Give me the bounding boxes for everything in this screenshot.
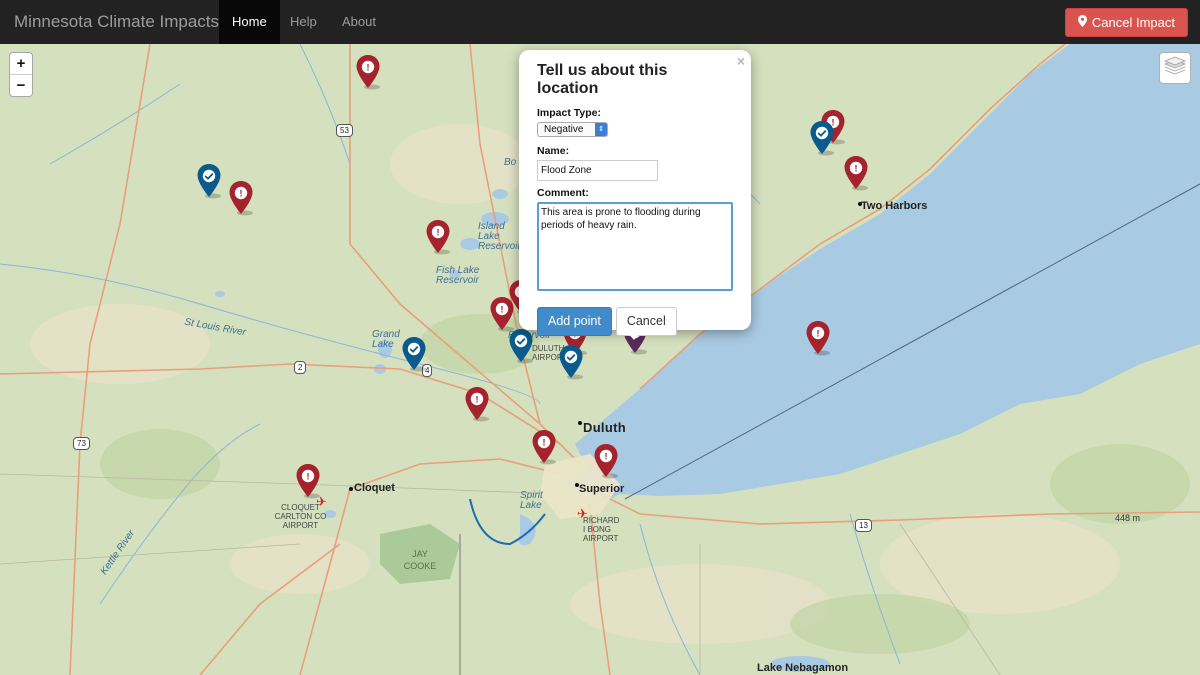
app-brand[interactable]: Minnesota Climate Impacts: [14, 0, 219, 44]
comment-textarea[interactable]: This area is prone to flooding during pe…: [537, 202, 733, 291]
highway-shield-2: 2: [294, 361, 307, 374]
svg-text:!: !: [855, 164, 858, 174]
layers-control-button[interactable]: [1159, 52, 1191, 84]
popup-tip: [624, 329, 644, 340]
svg-text:!: !: [605, 452, 608, 462]
svg-text:!: !: [817, 329, 820, 339]
impact-type-select[interactable]: Negative ⇕: [537, 122, 608, 137]
impact-marker-positive[interactable]: [558, 344, 584, 380]
impact-type-value: Negative: [544, 124, 584, 135]
impact-marker-negative[interactable]: !: [593, 443, 619, 479]
highway-shield-73: 73: [73, 437, 90, 450]
svg-text:!: !: [367, 63, 370, 73]
label-lake-nebagamon: Lake Nebagamon: [757, 662, 849, 674]
label-spirit-lake: Spirit Lake: [520, 490, 543, 511]
impact-marker-negative[interactable]: !: [464, 386, 490, 422]
impact-marker-positive[interactable]: [809, 120, 835, 156]
popup-title: Tell us about this location: [537, 62, 668, 97]
map-marker-icon: [1077, 15, 1087, 30]
label-elevation: 448 m: [1115, 513, 1141, 523]
label-cloquet: Cloquet: [354, 482, 395, 494]
impact-marker-positive[interactable]: [401, 336, 427, 372]
svg-text:!: !: [476, 395, 479, 405]
label-duluth: Duluth: [583, 420, 626, 435]
popup-close-button[interactable]: ×: [737, 53, 745, 69]
impact-type-label: Impact Type:: [537, 107, 601, 119]
impact-marker-negative[interactable]: !: [425, 219, 451, 255]
label-richard-bong-airport: RICHARD I BONG AIRPORT: [583, 516, 620, 543]
impact-marker-negative[interactable]: !: [228, 180, 254, 216]
impact-marker-negative[interactable]: !: [843, 155, 869, 191]
nav-home[interactable]: Home: [219, 0, 280, 44]
impact-marker-negative[interactable]: !: [295, 463, 321, 499]
cloquet-dot: [349, 487, 353, 491]
label-bo-fragment: Bo: [504, 157, 517, 168]
highway-shield-13: 13: [855, 519, 872, 532]
add-point-button[interactable]: Add point: [537, 307, 612, 336]
impact-marker-positive[interactable]: [196, 163, 222, 199]
cancel-impact-button[interactable]: Cancel Impact: [1064, 8, 1188, 37]
impact-marker-negative[interactable]: !: [531, 429, 557, 465]
select-arrows-icon: ⇕: [595, 123, 607, 136]
name-label: Name:: [537, 145, 570, 157]
comment-label: Comment:: [537, 187, 589, 199]
duluth-dot: [578, 421, 582, 425]
nav-help[interactable]: Help: [277, 0, 330, 44]
impact-marker-negative[interactable]: !: [805, 320, 831, 356]
airport-icon: ✈: [577, 506, 588, 521]
zoom-in-button[interactable]: +: [10, 53, 32, 74]
name-input[interactable]: Flood Zone: [537, 160, 658, 181]
cancel-impact-label: Cancel Impact: [1091, 15, 1175, 30]
impact-marker-negative[interactable]: !: [489, 296, 515, 332]
impact-marker-negative[interactable]: !: [355, 54, 381, 90]
highway-shield-53: 53: [336, 124, 353, 137]
navbar: Minnesota Climate Impacts Home Help Abou…: [0, 0, 1200, 44]
zoom-out-button[interactable]: −: [10, 74, 32, 96]
svg-text:!: !: [543, 438, 546, 448]
layers-icon: [1163, 56, 1187, 81]
svg-text:!: !: [240, 189, 243, 199]
nav-about[interactable]: About: [329, 0, 389, 44]
label-superior: Superior: [579, 483, 625, 495]
label-two-harbors: Two Harbors: [861, 200, 928, 212]
svg-text:!: !: [307, 472, 310, 482]
label-jay-cooke: JAY COOKE: [403, 549, 437, 571]
zoom-control: + −: [9, 52, 33, 97]
svg-text:!: !: [501, 305, 504, 315]
svg-text:!: !: [437, 228, 440, 238]
location-popup: × Tell us about this location Impact Typ…: [519, 50, 751, 336]
impact-marker-positive[interactable]: [508, 328, 534, 364]
label-fish-lake: Fish Lake Reservoir: [436, 265, 480, 286]
